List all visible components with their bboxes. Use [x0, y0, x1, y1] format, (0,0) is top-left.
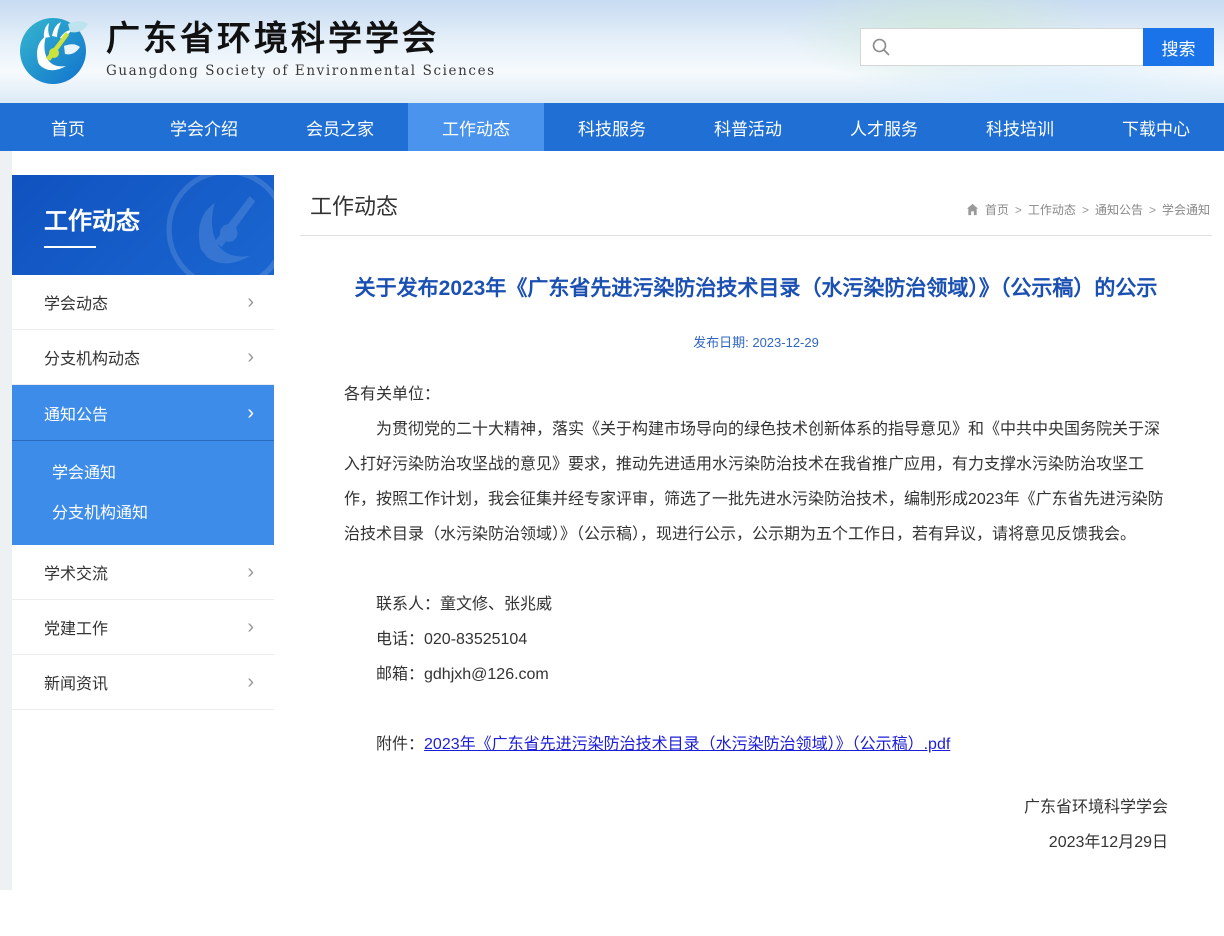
sidebar-header: 工作动态: [12, 175, 274, 275]
nav-item-science-popularization[interactable]: 科普活动: [680, 103, 816, 151]
logo-watermark-icon: [162, 175, 274, 275]
publish-date: 发布日期: 2023-12-29: [344, 332, 1168, 351]
signature-date: 2023年12月29日: [344, 825, 1168, 860]
search-input[interactable]: [891, 29, 1143, 65]
breadcrumb-separator: >: [1149, 203, 1156, 217]
contact-email: 邮箱：gdhjxh@126.com: [344, 657, 1168, 692]
search-icon: [871, 37, 891, 57]
sidebar-item-notices[interactable]: 通知公告 ›: [12, 385, 274, 440]
site-subtitle: Guangdong Society of Environmental Scien…: [106, 63, 496, 79]
nav-item-tech-training[interactable]: 科技培训: [952, 103, 1088, 151]
breadcrumb-separator: >: [1015, 203, 1022, 217]
search-button[interactable]: 搜索: [1143, 28, 1214, 66]
main-header-row: 工作动态 首页 > 工作动态 > 通知公告 > 学会通知: [300, 175, 1212, 236]
attachment-pdf-link[interactable]: 2023年《广东省先进污染防治技术目录（水污染防治领域）》（公示稿）.pdf: [424, 736, 950, 753]
sidebar-item-academic-exchange[interactable]: 学术交流 ›: [12, 545, 274, 600]
nav-item-members[interactable]: 会员之家: [272, 103, 408, 151]
sidebar: 工作动态 学会动态 › 分支机构动态 › 通知公告 › 学会通知 分支机构通知 …: [12, 175, 274, 890]
attachment-label: 附件：: [376, 736, 424, 753]
contact-phone: 电话：020-83525104: [344, 622, 1168, 657]
contact-block: 联系人：童文修、张兆威 电话：020-83525104 邮箱：gdhjxh@12…: [344, 587, 1168, 692]
article: 关于发布2023年《广东省先进污染防治技术目录（水污染防治领域）》（公示稿）的公…: [300, 272, 1212, 890]
chevron-right-icon: ›: [247, 292, 254, 312]
nav-item-downloads[interactable]: 下载中心: [1088, 103, 1224, 151]
chevron-right-icon: ›: [247, 347, 254, 367]
sidebar-submenu: 学会通知 分支机构通知: [12, 440, 274, 545]
breadcrumb-home[interactable]: 首页: [985, 201, 1009, 218]
home-icon: [966, 203, 979, 216]
sidebar-item-society-news[interactable]: 学会动态 ›: [12, 275, 274, 330]
main-panel: 工作动态 首页 > 工作动态 > 通知公告 > 学会通知 关于发布2023年《广…: [300, 175, 1212, 890]
article-title: 关于发布2023年《广东省先进污染防治技术目录（水污染防治领域）》（公示稿）的公…: [344, 272, 1168, 306]
nav-item-work-news[interactable]: 工作动态: [408, 103, 544, 151]
chevron-right-icon: ›: [247, 672, 254, 692]
sidebar-subitem-society-notices[interactable]: 学会通知: [12, 451, 274, 491]
site-title: 广东省环境科学学会: [106, 19, 496, 59]
sidebar-item-news-info[interactable]: 新闻资讯 ›: [12, 655, 274, 710]
contact-person: 联系人：童文修、张兆威: [344, 587, 1168, 622]
sidebar-item-party-building[interactable]: 党建工作 ›: [12, 600, 274, 655]
chevron-right-icon: ›: [247, 617, 254, 637]
breadcrumb-separator: >: [1082, 203, 1089, 217]
breadcrumb-notices[interactable]: 通知公告: [1095, 201, 1143, 218]
site-header: 广东省环境科学学会 Guangdong Society of Environme…: [0, 0, 1224, 103]
article-greeting: 各有关单位：: [344, 377, 1168, 412]
brand[interactable]: 广东省环境科学学会 Guangdong Society of Environme…: [16, 12, 496, 86]
sidebar-title: 工作动态: [44, 201, 140, 248]
breadcrumb-society-notices[interactable]: 学会通知: [1162, 201, 1210, 218]
site-logo-icon: [16, 12, 90, 86]
sidebar-item-branch-news[interactable]: 分支机构动态 ›: [12, 330, 274, 385]
breadcrumb-work-news[interactable]: 工作动态: [1028, 201, 1076, 218]
search-input-wrap: [860, 28, 1143, 66]
nav-item-home[interactable]: 首页: [0, 103, 136, 151]
signature-name: 广东省环境科学学会: [344, 790, 1168, 825]
article-paragraph: 为贯彻党的二十大精神，落实《关于构建市场导向的绿色技术创新体系的指导意见》和《中…: [344, 412, 1168, 552]
nav-item-about[interactable]: 学会介绍: [136, 103, 272, 151]
signature-block: 广东省环境科学学会 2023年12月29日: [344, 790, 1168, 860]
chevron-right-icon: ›: [247, 403, 254, 423]
chevron-right-icon: ›: [247, 562, 254, 582]
nav-item-tech-services[interactable]: 科技服务: [544, 103, 680, 151]
attachment-row: 附件：2023年《广东省先进污染防治技术目录（水污染防治领域）》（公示稿）.pd…: [344, 727, 1168, 762]
sidebar-subitem-branch-notices[interactable]: 分支机构通知: [12, 491, 274, 531]
page-title: 工作动态: [310, 189, 398, 221]
nav-item-talent-services[interactable]: 人才服务: [816, 103, 952, 151]
main-nav: 首页 学会介绍 会员之家 工作动态 科技服务 科普活动 人才服务 科技培训 下载…: [0, 103, 1224, 151]
search-box: 搜索: [860, 28, 1214, 66]
content-area: 工作动态 学会动态 › 分支机构动态 › 通知公告 › 学会通知 分支机构通知 …: [0, 151, 1224, 890]
breadcrumb: 首页 > 工作动态 > 通知公告 > 学会通知: [966, 201, 1210, 221]
